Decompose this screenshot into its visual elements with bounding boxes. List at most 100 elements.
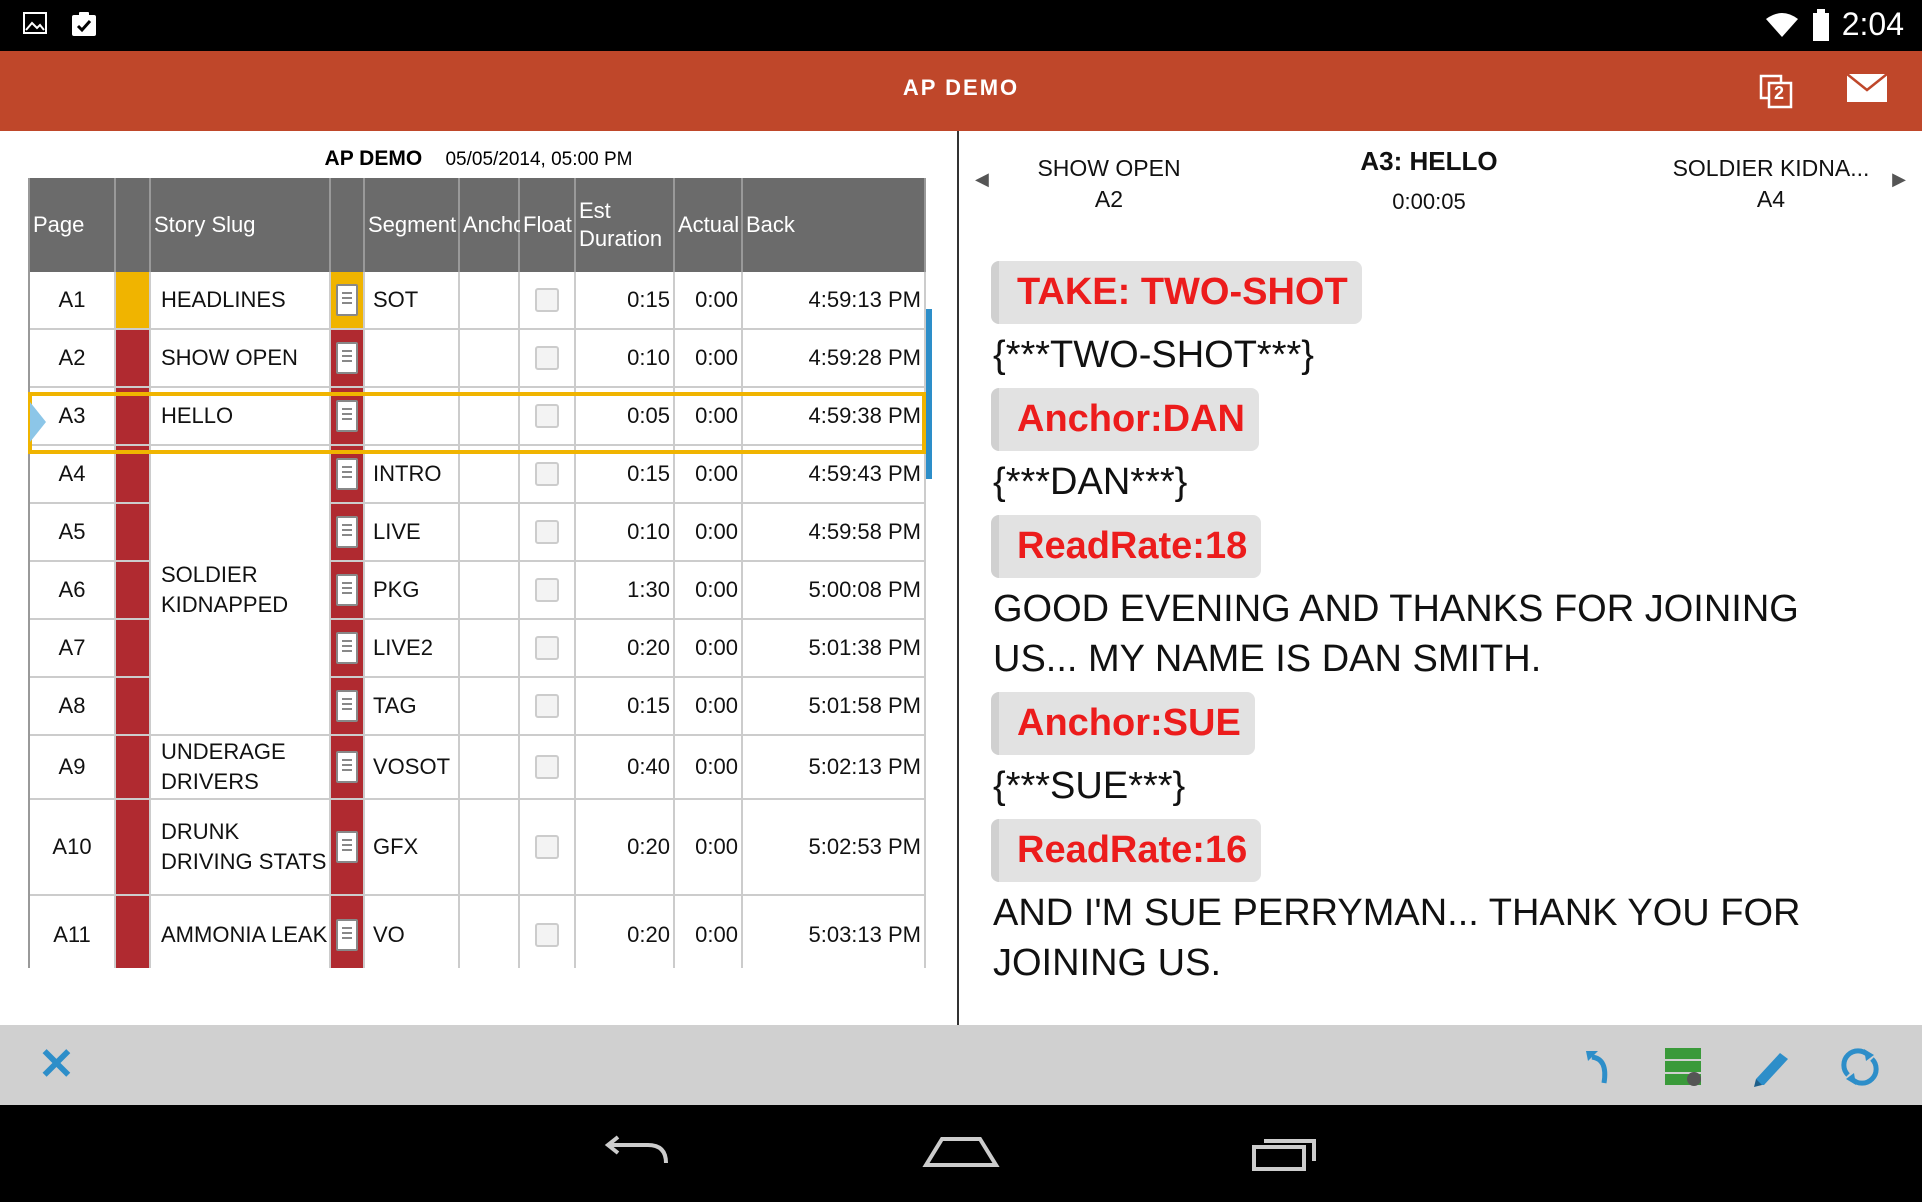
doc-cell[interactable] xyxy=(331,272,365,328)
mail-icon[interactable] xyxy=(1846,73,1888,103)
slug-cell: HELLO xyxy=(151,388,331,444)
float-checkbox[interactable] xyxy=(535,404,559,428)
header-float[interactable]: Float xyxy=(520,178,576,272)
table-row[interactable]: A7 LIVE2 0:20 0:00 5:01:38 PM xyxy=(30,620,926,678)
document-icon xyxy=(336,284,358,316)
prev-story-arrow-icon[interactable]: ◀ xyxy=(975,169,989,190)
clipboard-check-icon xyxy=(72,12,96,36)
doc-cell[interactable] xyxy=(331,896,365,968)
document-icon xyxy=(336,690,358,722)
table-row[interactable]: A11 AMMONIA LEAK VO 0:20 0:00 5:03:13 PM xyxy=(30,896,926,968)
table-row[interactable]: A1 HEADLINES SOT 0:15 0:00 4:59:13 PM xyxy=(30,272,926,330)
actual-cell: 0:00 xyxy=(675,272,743,328)
table-row[interactable]: A4 INTRO 0:15 0:00 4:59:43 PM xyxy=(30,446,926,504)
segment-cell: SOT xyxy=(365,272,460,328)
doc-cell[interactable] xyxy=(331,562,365,618)
actual-cell: 0:00 xyxy=(675,678,743,734)
doc-cell[interactable] xyxy=(331,504,365,560)
back-cell: 4:59:38 PM xyxy=(743,388,926,444)
doc-cell[interactable] xyxy=(331,620,365,676)
anchor-cell xyxy=(460,562,520,618)
actual-cell: 0:00 xyxy=(675,562,743,618)
table-row[interactable]: A3 HELLO 0:05 0:00 4:59:38 PM xyxy=(30,388,926,446)
vertical-scrollbar[interactable] xyxy=(926,309,932,479)
rundown-grid[interactable]: Page Story Slug Segment Anchor Float Est Dura… xyxy=(28,178,926,968)
header-anchor[interactable]: Anchor xyxy=(460,178,533,272)
float-checkbox[interactable] xyxy=(535,346,559,370)
header-story-slug[interactable]: Story Slug xyxy=(151,178,331,272)
header-page[interactable]: Page xyxy=(30,178,116,272)
script-text: AND I'M SUE PERRYMAN... THANK YOU FOR JO… xyxy=(993,892,1801,984)
status-cell xyxy=(116,736,151,798)
back-cell: 4:59:43 PM xyxy=(743,446,926,502)
refresh-icon[interactable] xyxy=(1838,1045,1882,1089)
script-text: {***TWO-SHOT***} xyxy=(993,334,1314,376)
undo-icon[interactable] xyxy=(1574,1045,1618,1089)
back-icon[interactable] xyxy=(600,1133,672,1173)
segment-cell: VO xyxy=(365,896,460,968)
header-doc[interactable] xyxy=(331,178,365,272)
float-checkbox[interactable] xyxy=(535,636,559,660)
table-row[interactable]: A10 DRUNK DRIVING STATS GFX 0:20 0:00 5:02:53… xyxy=(30,800,926,896)
float-checkbox[interactable] xyxy=(535,755,559,779)
wifi-icon xyxy=(1765,12,1798,37)
status-cell xyxy=(116,272,151,328)
copy-button[interactable]: 2 xyxy=(1758,73,1794,109)
est-duration-cell: 0:15 xyxy=(576,272,675,328)
table-row[interactable]: A2 SHOW OPEN 0:10 0:00 4:59:28 PM xyxy=(30,330,926,388)
table-row[interactable]: A6 SOLDIER KIDNAPPED PKG 1:30 0:00 5:00:08 PM xyxy=(30,562,926,620)
est-duration-cell: 0:10 xyxy=(576,330,675,386)
est-duration-cell: 0:20 xyxy=(576,896,675,968)
bottom-toolbar: ✕ xyxy=(0,1025,1922,1105)
recents-icon[interactable] xyxy=(1250,1133,1322,1173)
close-icon[interactable]: ✕ xyxy=(38,1043,75,1087)
header-est-duration[interactable]: Est Duration xyxy=(576,178,675,272)
header-segment[interactable]: Segment xyxy=(365,178,460,272)
doc-cell[interactable] xyxy=(331,446,365,502)
est-duration-cell: 0:15 xyxy=(576,446,675,502)
header-status[interactable] xyxy=(116,178,151,272)
next-story-arrow-icon[interactable]: ▶ xyxy=(1892,169,1906,190)
pencil-icon[interactable] xyxy=(1750,1045,1794,1089)
home-icon[interactable] xyxy=(922,1133,1000,1173)
prev-story-title: SHOW OPEN xyxy=(1037,155,1181,181)
document-icon xyxy=(336,574,358,606)
doc-cell[interactable] xyxy=(331,800,365,894)
table-row[interactable]: A8 TAG 0:15 0:00 5:01:58 PM xyxy=(30,678,926,736)
actual-cell: 0:00 xyxy=(675,736,743,798)
segment-cell: INTRO xyxy=(365,446,460,502)
float-checkbox[interactable] xyxy=(535,578,559,602)
anchor-cell xyxy=(460,504,520,560)
est-duration-cell: 0:10 xyxy=(576,504,675,560)
rundown-name: AP DEMO xyxy=(324,147,423,170)
page-cell: A10 xyxy=(30,800,116,894)
status-cell xyxy=(116,330,151,386)
float-checkbox[interactable] xyxy=(535,923,559,947)
float-checkbox[interactable] xyxy=(535,288,559,312)
float-cell xyxy=(520,678,576,734)
anchor-cell xyxy=(460,678,520,734)
float-checkbox[interactable] xyxy=(535,520,559,544)
header-actual[interactable]: Actual xyxy=(675,178,743,272)
page-cell: A7 xyxy=(30,620,116,676)
document-icon xyxy=(336,342,358,374)
actual-cell: 0:00 xyxy=(675,620,743,676)
table-row[interactable]: A5 LIVE 0:10 0:00 4:59:58 PM xyxy=(30,504,926,562)
page-cell: A6 xyxy=(30,562,116,618)
float-checkbox[interactable] xyxy=(535,835,559,859)
anchor-cell xyxy=(460,800,520,894)
doc-cell[interactable] xyxy=(331,736,365,798)
doc-cell[interactable] xyxy=(331,388,365,444)
server-icon[interactable] xyxy=(1662,1045,1706,1089)
table-row[interactable]: A9 UNDERAGE DRIVERS VOSOT 0:40 0:00 5:02:13 P… xyxy=(30,736,926,800)
header-back[interactable]: Back xyxy=(743,178,926,272)
float-checkbox[interactable] xyxy=(535,694,559,718)
page-cell: A11 xyxy=(30,896,116,968)
actual-cell: 0:00 xyxy=(675,896,743,968)
slug-cell xyxy=(151,446,331,502)
float-checkbox[interactable] xyxy=(535,462,559,486)
doc-cell[interactable] xyxy=(331,330,365,386)
doc-cell[interactable] xyxy=(331,678,365,734)
prev-story-button[interactable]: SHOW OPEN A2 xyxy=(1009,153,1209,215)
next-story-button[interactable]: SOLDIER KIDNA... A4 xyxy=(1666,153,1876,215)
